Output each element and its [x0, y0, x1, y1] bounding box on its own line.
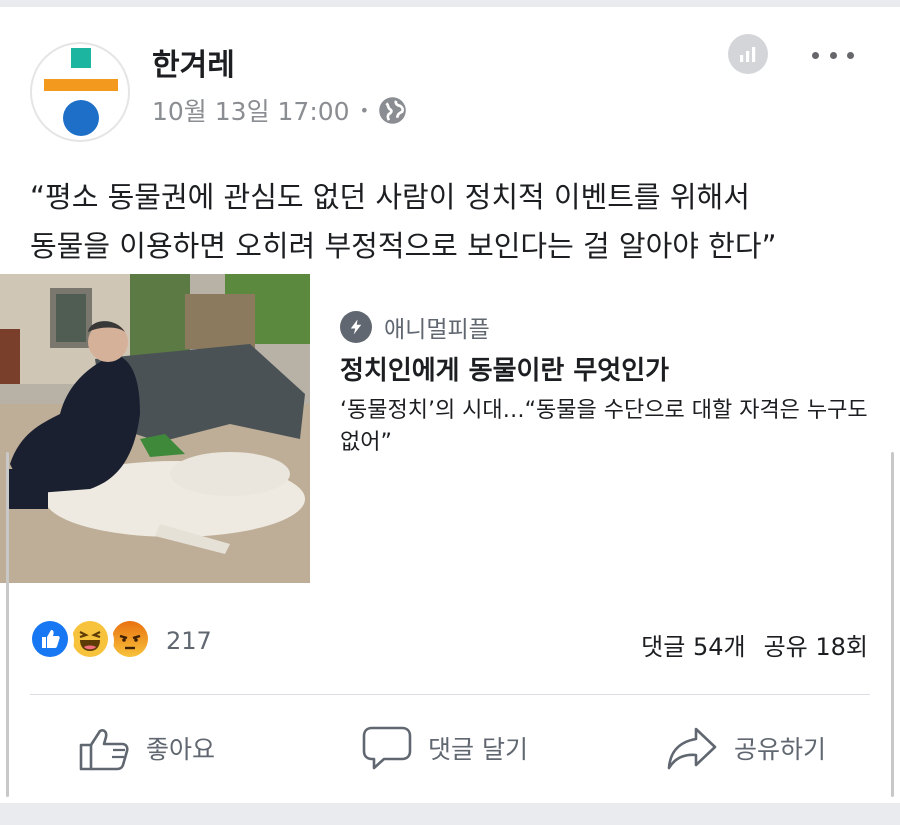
more-dot — [829, 51, 837, 59]
like-button-label: 좋아요 — [146, 735, 216, 764]
comment-icon — [362, 726, 412, 770]
comment-count[interactable]: 댓글 54개 — [641, 627, 745, 662]
share-button[interactable]: 공유하기 — [666, 725, 826, 771]
share-button-label: 공유하기 — [734, 735, 827, 764]
more-dot — [847, 51, 854, 59]
more-icon[interactable] — [812, 47, 854, 63]
logo-square — [71, 48, 91, 68]
post-text: “평소 동물권에 관심도 없던 사람이 정치적 이벤트를 위해서 동물을 이용하… — [30, 173, 870, 271]
divider — [30, 694, 870, 695]
post-meta: 10월 13일 17:00 • — [152, 92, 407, 128]
post-card: 한겨레 10월 13일 17:00 • “평소 동물권에 관심도 없던 사람이 … — [0, 7, 900, 803]
lightning-icon — [340, 311, 372, 343]
link-title[interactable]: 정치인에게 동물이란 무엇인가 — [340, 350, 669, 387]
logo-bar — [44, 79, 118, 91]
logo-circle — [63, 100, 99, 136]
angry-reaction-icon — [110, 619, 154, 663]
haha-reaction-icon — [70, 619, 114, 663]
link-source-label: 애니멀피플 — [384, 317, 490, 343]
link-thumbnail-image[interactable] — [0, 274, 310, 583]
page-avatar[interactable] — [30, 42, 130, 142]
like-button[interactable]: 좋아요 — [78, 725, 215, 771]
comment-button-label: 댓글 달기 — [428, 735, 528, 764]
reactions-summary[interactable]: 217 — [30, 619, 212, 663]
thumbs-up-icon — [79, 729, 129, 771]
link-source[interactable]: 애니멀피플 — [340, 310, 490, 344]
globe-icon — [379, 96, 406, 124]
engagement-counts: 댓글 54개 공유 18회 — [641, 627, 868, 662]
share-icon — [667, 727, 717, 770]
comment-button[interactable]: 댓글 달기 — [362, 725, 528, 771]
scrollbar-right[interactable] — [891, 452, 894, 797]
link-description: ‘동물정치’의 시대…“동물을 수단으로 대할 자격은 누구도 없어” — [340, 398, 868, 455]
post-text-line: 동물을 이용하면 오히려 부정적으로 보인다는 걸 알아야 한다” — [30, 229, 777, 263]
post-text-line: “평소 동물권에 관심도 없던 사람이 정치적 이벤트를 위해서 — [30, 180, 750, 214]
reaction-count: 217 — [166, 627, 212, 655]
more-dot — [812, 51, 819, 59]
share-count[interactable]: 공유 18회 — [764, 627, 868, 662]
post-time[interactable]: 10월 13일 17:00 — [152, 92, 350, 128]
insights-button[interactable] — [728, 34, 768, 74]
insights-icon — [740, 47, 756, 62]
scrollbar-left[interactable] — [6, 452, 9, 797]
page-name[interactable]: 한겨레 — [152, 40, 235, 84]
meta-separator: • — [359, 100, 370, 120]
like-reaction-icon — [30, 619, 74, 663]
